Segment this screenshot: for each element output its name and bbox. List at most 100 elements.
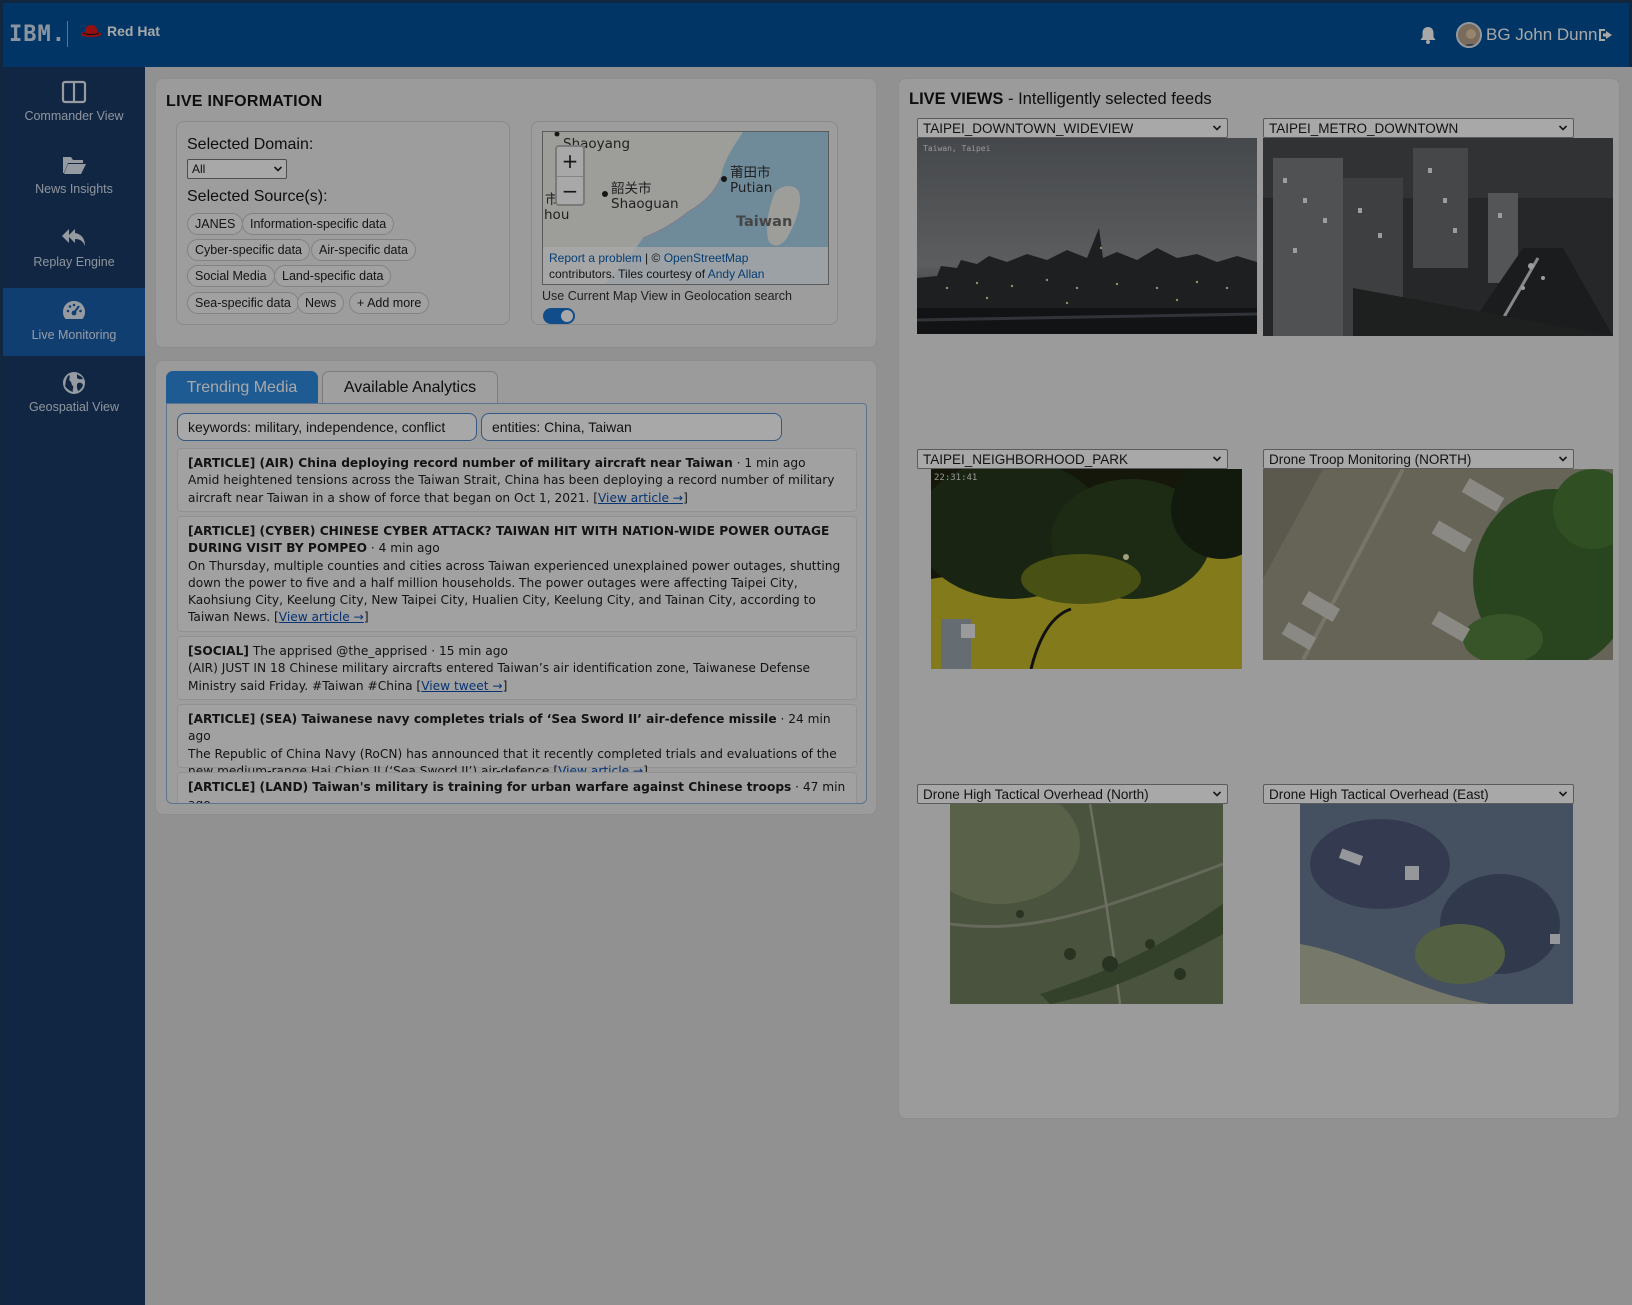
news-time: · 4 min ago [366, 541, 440, 556]
mini-map[interactable]: Shaoyang 韶关市 Shaoguan 莆田市 Putian Taiwan … [542, 131, 829, 285]
main-content: LIVE INFORMATION Selected Domain: All Se… [145, 67, 1632, 1305]
list-item[interactable]: [ARTICLE] (LAND) Taiwan's military is tr… [177, 772, 857, 803]
source-chip[interactable]: Cyber-specific data [187, 239, 310, 261]
geolocation-label: Use Current Map View in Geolocation sear… [542, 289, 792, 303]
chevron-down-icon [1559, 791, 1567, 797]
camera-feed-park[interactable]: 22:31:41 [931, 469, 1242, 669]
feed-select[interactable]: TAIPEI_NEIGHBORHOOD_PARK [917, 449, 1228, 469]
trending-media-content: keywords: military, independence, confli… [166, 403, 867, 804]
feed-select[interactable]: Drone High Tactical Overhead (East) [1263, 784, 1574, 804]
sidebar-item-geospatial-view[interactable]: Geospatial View [3, 360, 145, 428]
sidebar-item-commander-view[interactable]: Commander View [3, 69, 145, 137]
list-item[interactable]: [ARTICLE] (AIR) China deploying record n… [177, 448, 857, 512]
top-bar: IBM. Red Hat BG John Dunn [0, 0, 1632, 67]
chevron-down-icon [1213, 791, 1221, 797]
reply-all-icon [62, 229, 85, 246]
feed-select-value: TAIPEI_METRO_DOWNTOWN [1269, 121, 1459, 136]
source-chip[interactable]: Sea-specific data [187, 292, 299, 314]
entities-filter[interactable]: entities: China, Taiwan [481, 413, 782, 441]
feed-select[interactable]: TAIPEI_DOWNTOWN_WIDEVIEW [917, 118, 1228, 138]
redhat-logo: Red Hat [80, 23, 160, 39]
sidebar-item-replay-engine[interactable]: Replay Engine [3, 215, 145, 283]
toggle-knob [561, 310, 573, 322]
source-chip[interactable]: Social Media [187, 265, 275, 287]
page-title: LIVE INFORMATION [166, 93, 323, 110]
ibm-logo: IBM. [9, 22, 66, 47]
news-headline: [ARTICLE] (SEA) Taiwanese navy completes… [188, 712, 777, 726]
feed-select-value: TAIPEI_NEIGHBORHOOD_PARK [923, 452, 1129, 467]
drone-feed-overhead-north[interactable] [950, 804, 1223, 1004]
live-information-panel: LIVE INFORMATION Selected Domain: All Se… [155, 78, 877, 348]
feed-select-value: TAIPEI_DOWNTOWN_WIDEVIEW [923, 121, 1134, 136]
feed-select-value: Drone Troop Monitoring (NORTH) [1269, 452, 1472, 467]
chevron-down-icon [274, 166, 282, 172]
add-more-button[interactable]: + Add more [349, 292, 430, 314]
source-chip[interactable]: JANES [187, 213, 244, 235]
sidebar-item-news-insights[interactable]: News Insights [3, 142, 145, 210]
news-headline: [ARTICLE] (CYBER) CHINESE CYBER ATTACK? … [188, 524, 830, 556]
redhat-wordmark: Red Hat [107, 23, 160, 39]
source-chip[interactable]: Information-specific data [242, 213, 395, 235]
chevron-down-icon [1559, 456, 1567, 462]
list-item[interactable]: [SOCIAL] The apprised @the_apprised · 15… [177, 636, 857, 700]
tab-trending-media[interactable]: Trending Media [166, 371, 318, 404]
zoom-in-button[interactable]: + [557, 147, 583, 175]
tab-available-analytics[interactable]: Available Analytics [322, 371, 498, 404]
drone-feed-overhead-east[interactable] [1300, 804, 1573, 1004]
news-time: · 1 min ago [732, 456, 806, 470]
view-article-link[interactable]: View article → [279, 610, 364, 624]
chevron-down-icon [1213, 456, 1221, 462]
list-item[interactable]: [ARTICLE] (SEA) Taiwanese navy completes… [177, 704, 857, 778]
osm-link[interactable]: OpenStreetMap [664, 251, 749, 265]
sidebar-item-label: News Insights [35, 182, 113, 196]
redhat-hat-icon [81, 25, 101, 37]
list-item[interactable]: [ARTICLE] (CYBER) CHINESE CYBER ATTACK? … [177, 516, 857, 632]
media-panel: Trending Media Available Analytics keywo… [155, 360, 877, 815]
tiles-author-link[interactable]: Andy Allan [708, 267, 765, 281]
folder-open-icon [63, 157, 86, 174]
map-label-putian-cn: 莆田市 [730, 165, 771, 181]
feed-select[interactable]: Drone High Tactical Overhead (North) [917, 784, 1228, 804]
map-label-taiwan: Taiwan [736, 214, 793, 230]
attribution-separator: | © [641, 251, 664, 265]
view-tweet-link[interactable]: View tweet → [421, 679, 502, 693]
keywords-filter[interactable]: keywords: military, independence, confli… [177, 413, 477, 441]
live-views-panel: LIVE VIEWS - Intelligently selected feed… [898, 78, 1620, 1119]
feed-select-value: Drone High Tactical Overhead (East) [1269, 787, 1489, 802]
map-box: Shaoyang 韶关市 Shaoguan 莆田市 Putian Taiwan … [531, 121, 838, 325]
map-label-chou: hou [544, 207, 570, 223]
zoom-out-button[interactable]: − [557, 177, 583, 205]
sidebar-item-label: Live Monitoring [31, 328, 117, 342]
geolocation-toggle[interactable] [543, 308, 575, 324]
news-body: Amid heightened tensions across the Taiw… [188, 473, 835, 505]
feed-select[interactable]: Drone Troop Monitoring (NORTH) [1263, 449, 1574, 469]
source-chip[interactable]: News [297, 292, 345, 314]
news-time: · 15 min ago [427, 644, 508, 658]
sidebar-item-label: Geospatial View [28, 400, 120, 414]
camera-feed-downtown[interactable]: Taiwan, Taipei [917, 138, 1257, 334]
map-attribution: Report a problem | © OpenStreetMap contr… [543, 247, 828, 284]
domain-select[interactable]: All [187, 159, 287, 179]
map-label-putian: Putian [730, 180, 773, 196]
domain-select-value: All [192, 162, 206, 176]
report-problem-link[interactable]: Report a problem [549, 251, 642, 265]
bell-icon[interactable] [1417, 24, 1439, 46]
view-article-link[interactable]: View article → [598, 491, 683, 505]
logo-divider [67, 21, 68, 47]
source-chip[interactable]: Air-specific data [311, 239, 416, 261]
logout-icon[interactable] [1597, 27, 1615, 43]
camera-feed-metro[interactable] [1263, 138, 1613, 336]
sidebar-item-live-monitoring[interactable]: Live Monitoring [3, 288, 145, 356]
avatar[interactable] [1456, 22, 1482, 48]
attribution-text: contributors. Tiles courtesy of [549, 267, 708, 281]
feed-time-stamp: 22:31:41 [934, 473, 978, 483]
drone-feed-troop-north[interactable] [1263, 469, 1613, 660]
feed-select[interactable]: TAIPEI_METRO_DOWNTOWN [1263, 118, 1574, 138]
sidebar-item-label: Replay Engine [33, 255, 115, 269]
map-label-shaoguan: Shaoguan [611, 196, 679, 212]
source-chip[interactable]: Land-specific data [274, 265, 392, 287]
chevron-down-icon [1213, 125, 1221, 131]
map-zoom-control: + − [555, 145, 585, 206]
sidebar-item-label: Commander View [24, 109, 124, 123]
user-name[interactable]: BG John Dunn [1486, 25, 1598, 45]
